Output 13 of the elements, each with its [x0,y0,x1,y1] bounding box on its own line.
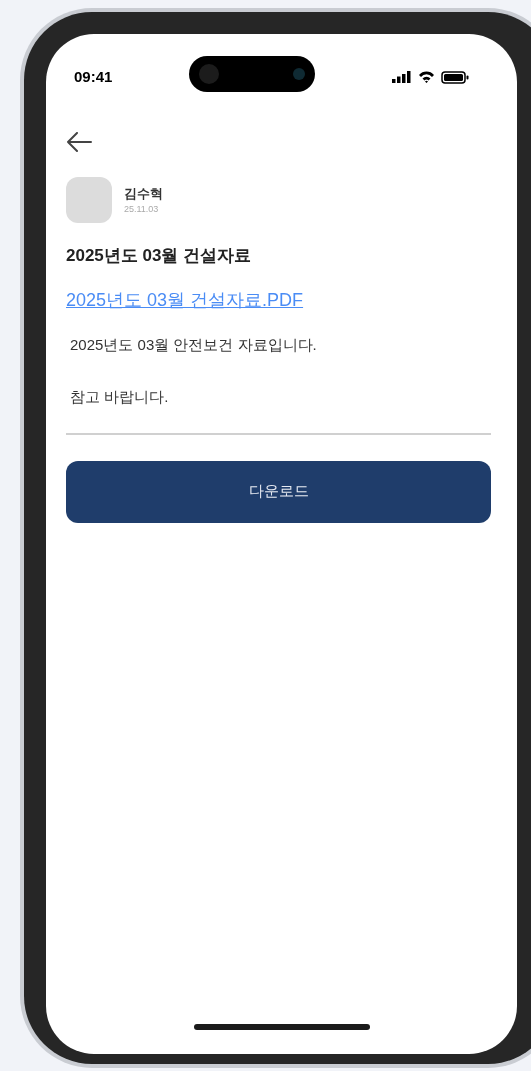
wifi-icon [418,71,435,83]
battery-icon [441,70,469,84]
author-name: 김수혁 [124,185,163,203]
avatar [66,177,112,223]
back-button[interactable] [66,132,92,152]
status-time: 09:41 [74,66,113,87]
back-arrow-icon [66,132,92,152]
body-text: 참고 바랍니다. [70,387,170,407]
body-text: 2025년도 03월 안전보건 자료입니다. [70,334,318,355]
post-title: 2025년도 03월 건설자료 [66,245,253,267]
post-date: 25.11.03 [124,203,160,215]
signal-icon [392,71,412,83]
download-button[interactable]: 다운로드 [66,460,491,523]
